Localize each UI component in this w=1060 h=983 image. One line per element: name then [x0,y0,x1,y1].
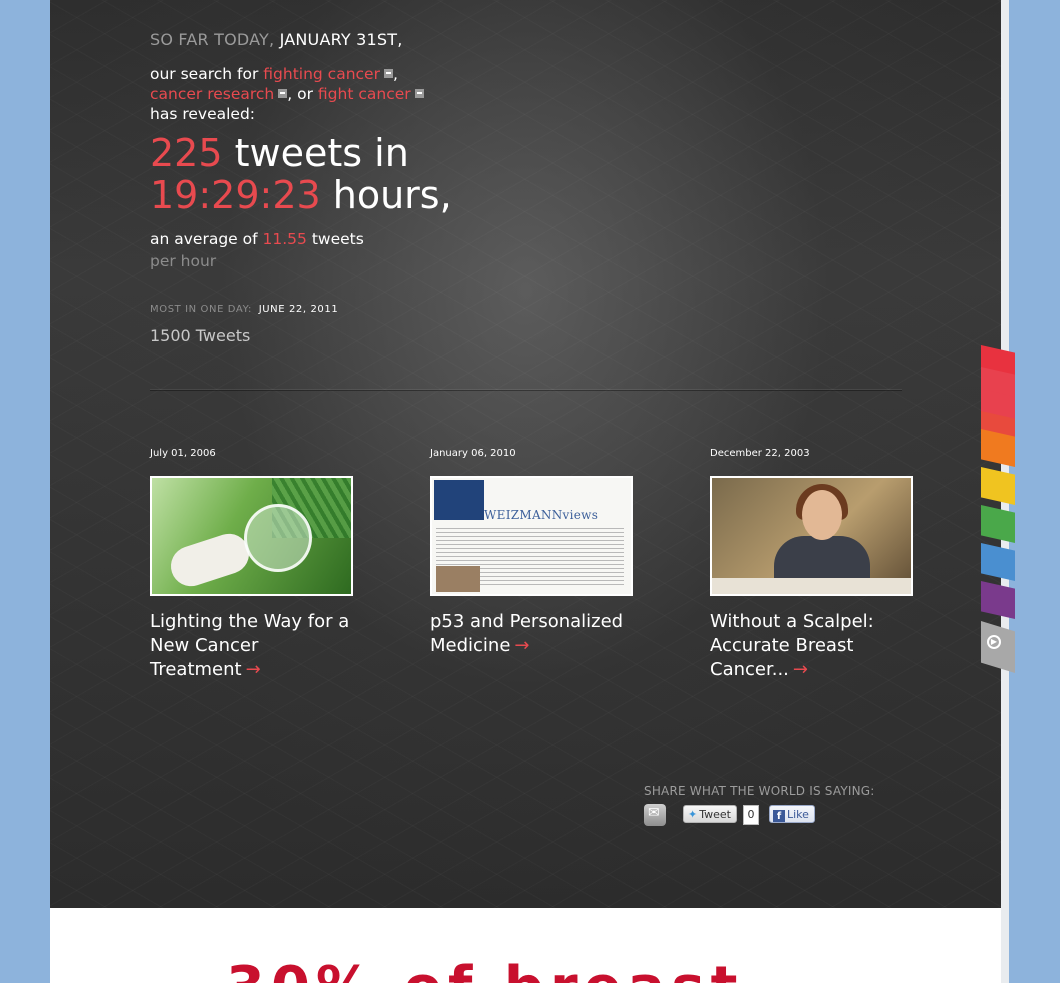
gloved-hand-graphic [165,528,255,592]
external-link-icon[interactable] [414,89,424,98]
like-label: Like [787,808,809,821]
article-thumbnail[interactable]: WEIZMANNviews [430,476,633,596]
bottom-headline: 30% of breast [226,958,743,983]
tweet-count: 225 [150,131,223,175]
tweet-label: Tweet [699,808,731,821]
article-card[interactable]: January 06, 2010 WEIZMANNviews p53 and P… [430,448,640,658]
so-far-prefix: SO FAR TODAY, [150,30,275,49]
share-buttons: ✦Tweet 0 fLike [644,804,875,826]
term-link-fight-cancer[interactable]: fight cancer [318,85,411,103]
external-link-icon[interactable] [278,89,288,98]
article-date: July 01, 2006 [150,448,216,459]
term-link-cancer-research[interactable]: cancer research [150,85,274,103]
institute-logo [434,480,484,520]
share-section: SHARE WHAT THE WORLD IS SAYING: ✦Tweet 0… [644,784,875,826]
tweet-count-bubble: 0 [743,805,759,825]
arrow-right-icon[interactable]: → [793,659,808,680]
article-date: December 22, 2003 [710,448,810,459]
current-date: JANUARY 31ST, [279,30,403,49]
avg-value: 11.55 [262,230,307,248]
elapsed-duration: 19:29:23 [150,173,321,217]
most-label: MOST IN ONE DAY: [150,304,252,315]
search-terms-text: our search for fighting cancer, cancer r… [150,64,470,124]
comma: , [392,65,398,83]
article-date: January 06, 2010 [430,448,516,459]
portrait-face [802,490,842,540]
or-text: , or [287,85,313,103]
avg-prefix: an average of [150,230,258,248]
section-divider [150,389,902,390]
arrow-right-icon[interactable]: → [246,659,261,680]
article-title[interactable]: Without a Scalpel: Accurate Breast Cance… [710,611,874,680]
desk-graphic [712,578,911,594]
most-date: JUNE 22, 2011 [258,304,339,315]
so-far-today-heading: SO FAR TODAY, JANUARY 31ST, [150,30,403,49]
per-hour-label: per hour [150,252,217,270]
tweets-in-label: tweets in [234,131,409,175]
most-tweets-count: 1500 Tweets [150,326,251,345]
average-rate: an average of 11.55 tweets per hour [150,228,450,272]
term-link-fighting-cancer[interactable]: fighting cancer [263,65,380,83]
article-thumbnail[interactable] [150,476,353,596]
hours-label: hours, [332,173,452,217]
article-thumbnail[interactable] [710,476,913,596]
avg-suffix: tweets [311,230,364,248]
portrait-photo [436,566,480,592]
magazine-masthead: WEIZMANNviews [484,508,599,522]
most-in-one-day: MOST IN ONE DAY: JUNE 22, 2011 [150,304,338,315]
article-title-link[interactable]: p53 and Personalized Medicine → [430,610,640,658]
petri-dish-graphic [244,504,312,572]
article-card[interactable]: December 22, 2003 Without a Scalpel: Acc… [710,448,920,682]
article-card[interactable]: July 01, 2006 Lighting the Way for a New… [150,448,360,682]
article-title-link[interactable]: Without a Scalpel: Accurate Breast Cance… [710,610,920,682]
facebook-icon: f [773,810,785,822]
revealed-text: has revealed: [150,105,256,123]
tweet-button[interactable]: ✦ Tweet [683,805,737,823]
article-title-link[interactable]: Lighting the Way for a New Cancer Treatm… [150,610,360,682]
tweet-stats-panel: SO FAR TODAY, JANUARY 31ST, our search f… [50,0,1001,908]
tweet-count-summary: 225 tweets in 19:29:23 hours, [150,132,452,216]
external-link-icon[interactable] [383,69,393,78]
arrow-right-icon[interactable]: → [514,635,529,656]
play-icon: ▶ [987,635,1001,649]
mail-icon[interactable] [644,804,666,826]
page-shell: SO FAR TODAY, JANUARY 31ST, our search f… [50,0,1001,983]
search-intro: our search for [150,65,259,83]
twitter-bird-icon: ✦ [688,808,698,821]
facebook-like-button[interactable]: f Like [769,805,815,823]
share-label: SHARE WHAT THE WORLD IS SAYING: [644,784,875,798]
